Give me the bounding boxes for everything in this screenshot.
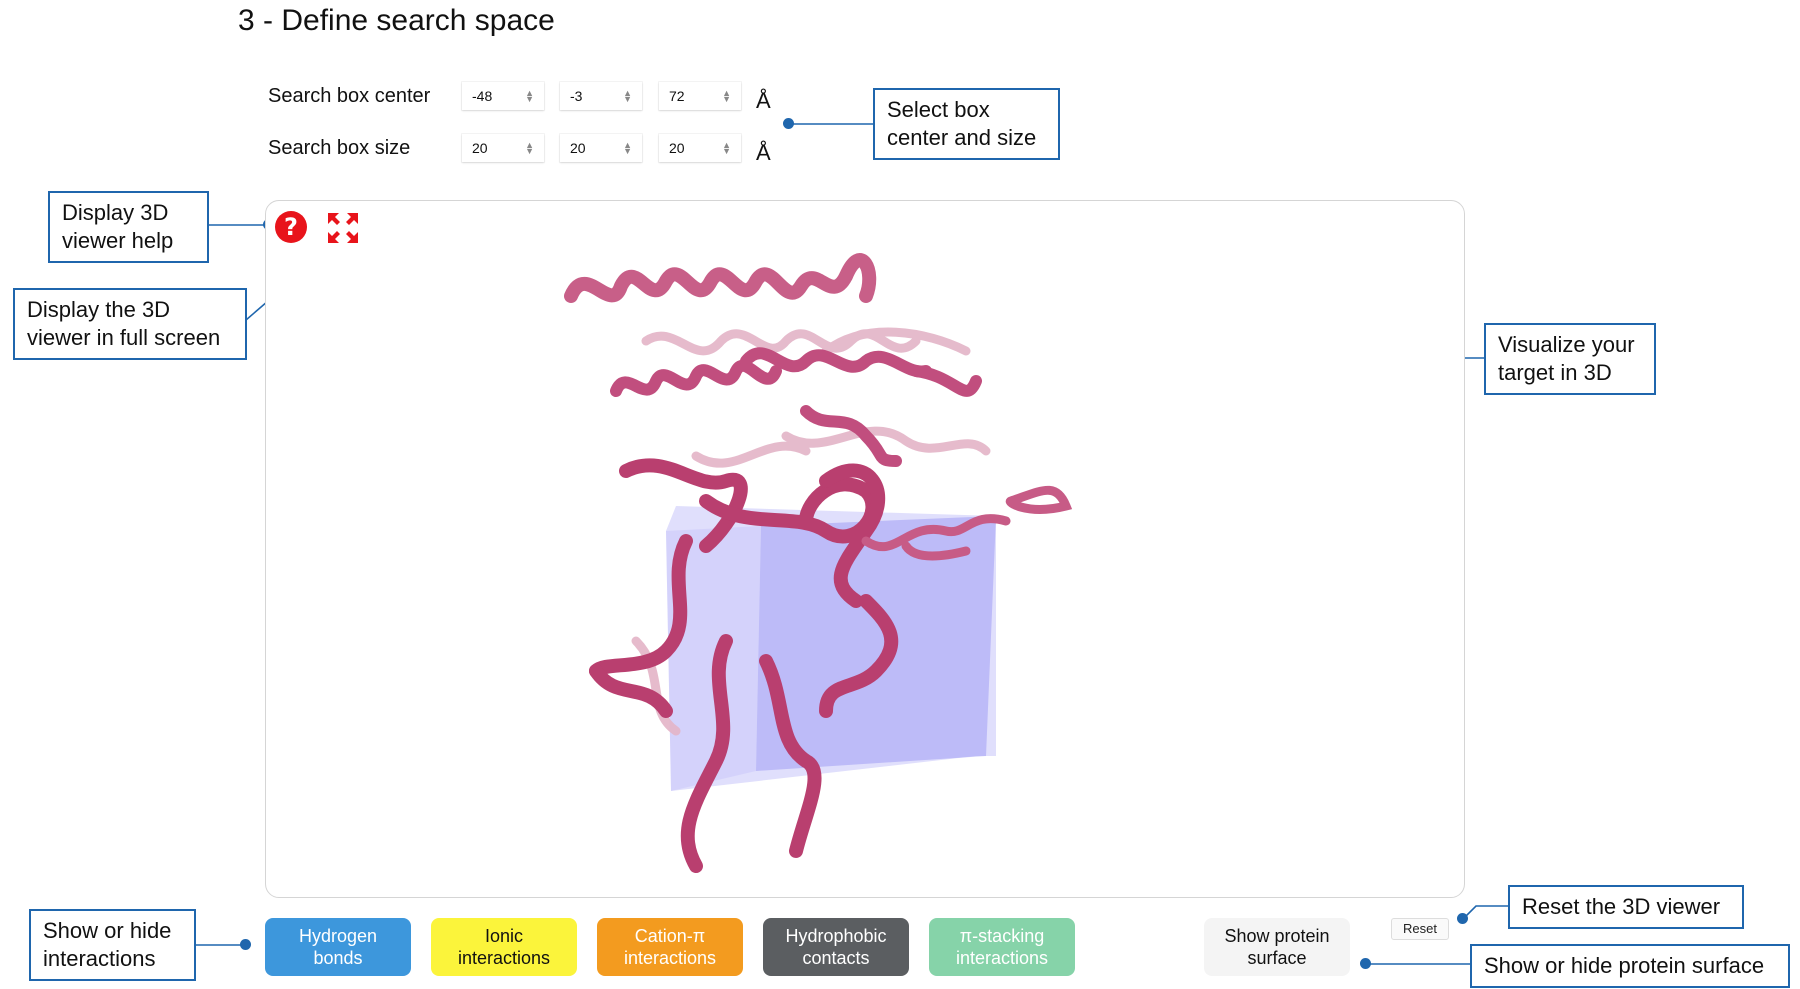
callout-surface: Show or hide protein surface	[1470, 944, 1790, 988]
button-label-line: Hydrophobic	[785, 926, 887, 946]
button-label-line: bonds	[313, 948, 363, 968]
hydrophobic-contacts-button[interactable]: Hydrophobic contacts	[763, 918, 909, 976]
callout-interactions: Show or hide interactions	[29, 909, 196, 981]
callout-line: viewer help	[62, 228, 174, 253]
button-label-line: surface	[1247, 948, 1307, 968]
callout-line: interactions	[43, 946, 156, 971]
button-label-line: contacts	[802, 948, 870, 968]
reset-viewer-button[interactable]: Reset	[1391, 918, 1449, 940]
callout-reset: Reset the 3D viewer	[1508, 885, 1744, 929]
callout-dot	[1360, 958, 1371, 969]
callout-line: Show or hide	[43, 918, 172, 943]
callout-line: Show or hide protein surface	[1484, 953, 1765, 978]
button-label-line: Hydrogen	[298, 926, 378, 946]
button-label-line: interactions	[955, 948, 1049, 968]
callout-dot	[1457, 913, 1468, 924]
show-protein-surface-button[interactable]: Show protein surface	[1204, 918, 1350, 976]
button-label-line: Show protein	[1224, 926, 1330, 946]
callout-visualize: Visualize your target in 3D	[1484, 323, 1656, 395]
callout-dot	[240, 939, 251, 950]
button-label-line: interactions	[457, 948, 551, 968]
button-label-line: Cation-π	[634, 926, 706, 946]
button-label-line: interactions	[623, 948, 717, 968]
callout-line: Visualize your	[1498, 332, 1635, 357]
pi-stacking-interactions-button[interactable]: π-stacking interactions	[929, 918, 1075, 976]
callout-line: Display the 3D	[27, 297, 171, 322]
callout-full-screen: Display the 3D viewer in full screen	[13, 288, 247, 360]
callout-viewer-help: Display 3D viewer help	[48, 191, 209, 263]
callout-line: target in 3D	[1498, 360, 1612, 385]
callout-line: Reset the 3D viewer	[1522, 894, 1721, 919]
hydrogen-bonds-button[interactable]: Hydrogen bonds	[265, 918, 411, 976]
button-label-line: π-stacking	[959, 926, 1045, 946]
callout-line: center and size	[887, 125, 1037, 150]
callout-line: Display 3D	[62, 200, 169, 225]
cation-pi-interactions-button[interactable]: Cation-π interactions	[597, 918, 743, 976]
button-label-line: Ionic	[484, 926, 524, 946]
callout-line: viewer in full screen	[27, 325, 221, 350]
ionic-interactions-button[interactable]: Ionic interactions	[431, 918, 577, 976]
molecule-viewer[interactable]: ?	[265, 200, 1465, 898]
callout-line: Select box	[887, 97, 990, 122]
protein-structure	[564, 253, 1073, 873]
callout-dot	[783, 118, 794, 129]
callout-select-box: Select box center and size	[873, 88, 1060, 160]
